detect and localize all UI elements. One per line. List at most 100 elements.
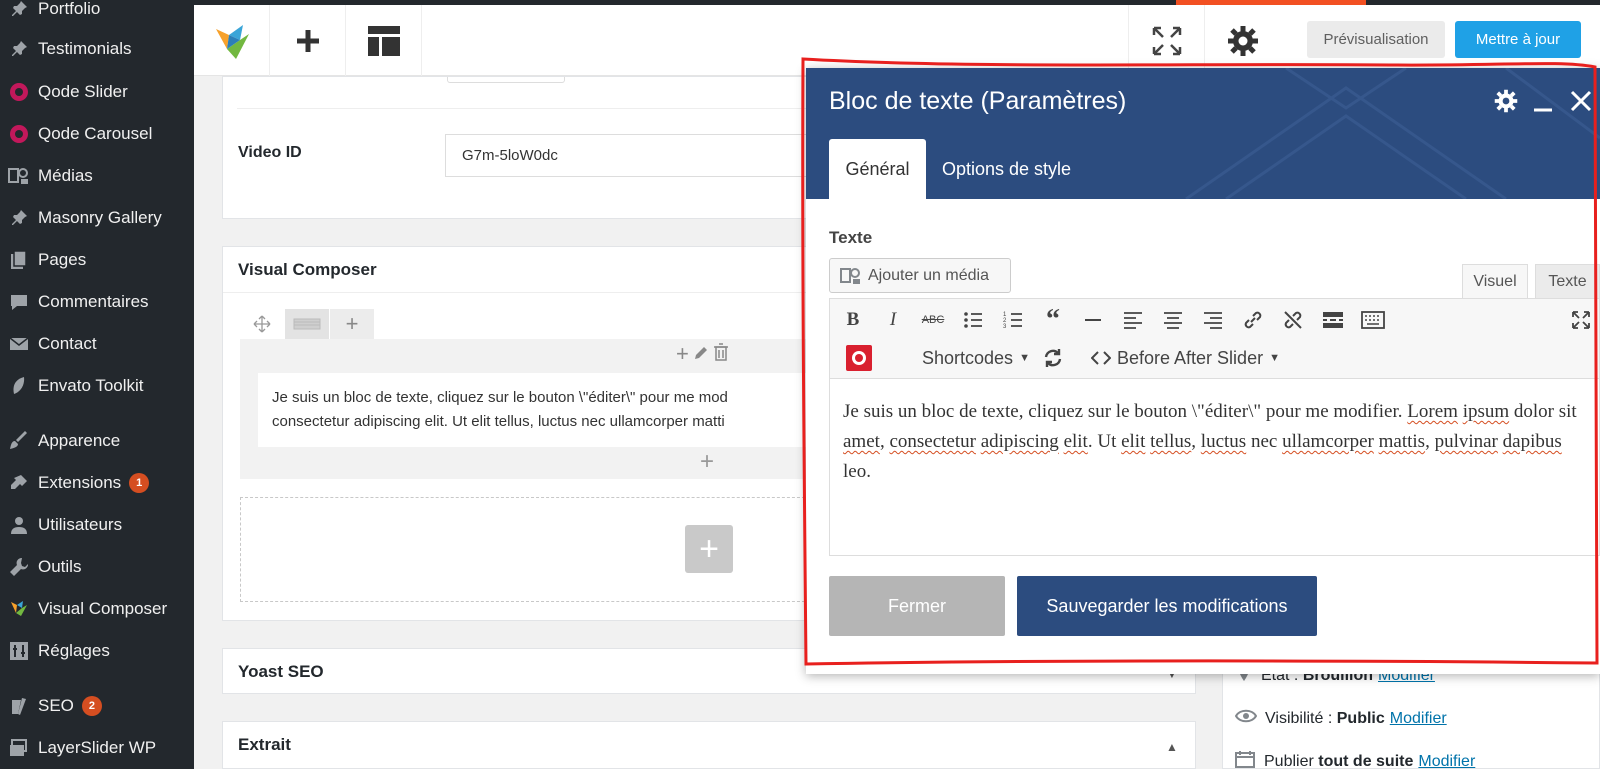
before-after-slider-dropdown[interactable]: Before After Slider ▼ — [1091, 345, 1280, 371]
shortcode-plugin-icon[interactable] — [846, 345, 872, 371]
tab-general[interactable]: Général — [829, 139, 926, 199]
vc-text-block-preview[interactable]: Je suis un bloc de texte, cliquez sur le… — [258, 373, 818, 447]
preview-line: Je suis un bloc de texte, cliquez sur le… — [272, 389, 728, 406]
media-icon — [0, 166, 38, 186]
settings-icon — [0, 641, 38, 661]
spellcheck-word: ipsum — [1462, 401, 1510, 422]
code-icon — [1091, 351, 1111, 365]
read-more-icon[interactable] — [1320, 307, 1346, 333]
sidebar-item-outils[interactable]: Outils — [0, 547, 194, 587]
sidebar-item-utilisateurs[interactable]: Utilisateurs — [0, 505, 194, 545]
refresh-icon[interactable] — [1040, 345, 1066, 371]
add-below-icon[interactable]: + — [700, 448, 714, 476]
sidebar-item-contact[interactable]: Contact — [0, 324, 194, 364]
sidebar-item-extensions[interactable]: Extensions 1 — [0, 463, 194, 503]
sidebar-item-seo[interactable]: SEO 2 — [0, 686, 194, 726]
minimize-icon[interactable] — [1533, 90, 1553, 117]
spellcheck-word: consectetur — [889, 431, 976, 452]
row-layout-icon[interactable] — [285, 309, 329, 339]
add-media-button[interactable]: Ajouter un média — [829, 258, 1011, 293]
distraction-free-icon[interactable] — [1568, 307, 1594, 333]
spellcheck-word: Lorem — [1407, 401, 1458, 422]
video-id-input[interactable]: G7m-5loW0dc — [445, 134, 825, 177]
bold-icon[interactable]: B — [840, 307, 866, 333]
tab-text[interactable]: Texte — [1535, 264, 1600, 299]
tab-style-options[interactable]: Options de style — [926, 139, 1087, 199]
sidebar-item-testimonials[interactable]: Testimonials — [0, 29, 194, 69]
sidebar-item-envato-toolkit[interactable]: Envato Toolkit — [0, 366, 194, 406]
sidebar-item-masonry-gallery[interactable]: Masonry Gallery — [0, 198, 194, 238]
yoast-icon — [0, 696, 38, 716]
trash-icon[interactable] — [713, 341, 729, 367]
vc-icon — [0, 599, 38, 619]
edit-publish-link[interactable]: Modifier — [1418, 753, 1475, 769]
numbered-list-icon[interactable]: 123 — [1000, 307, 1026, 333]
close-icon[interactable] — [1570, 90, 1592, 117]
update-button[interactable]: Mettre à jour — [1455, 21, 1581, 58]
strikethrough-icon[interactable]: ABC — [920, 307, 946, 333]
toolbar-toggle-icon[interactable] — [1360, 307, 1386, 333]
shortcodes-dropdown[interactable]: Shortcodes ▼ — [922, 345, 1030, 371]
vc-top-bar: Prévisualisation Mettre à jour — [194, 0, 1600, 76]
visibility-value: Public — [1336, 709, 1385, 727]
move-row-icon[interactable] — [240, 309, 284, 339]
modal-footer: Fermer Sauvegarder les modifications — [806, 556, 1600, 674]
bullet-list-icon[interactable] — [960, 307, 986, 333]
text-block-settings-modal: Bloc de texte (Paramètres) Général Optio… — [806, 68, 1600, 674]
spellcheck-word: luctus — [1200, 431, 1247, 452]
sidebar-item-visual-composer[interactable]: Visual Composer — [0, 589, 194, 629]
sidebar-item-medias[interactable]: Médias — [0, 156, 194, 196]
eye-icon — [1234, 708, 1258, 729]
templates-icon[interactable] — [346, 5, 422, 76]
sidebar-item-portfolio[interactable]: Portfolio — [0, 0, 194, 29]
sidebar-item-reglages[interactable]: Réglages — [0, 631, 194, 671]
close-button[interactable]: Fermer — [829, 576, 1005, 636]
extrait-title: Extrait — [238, 735, 291, 754]
align-center-icon[interactable] — [1160, 307, 1186, 333]
pin-icon — [0, 0, 38, 18]
italic-icon[interactable]: I — [880, 307, 906, 333]
vc-logo-icon[interactable] — [194, 5, 270, 76]
video-id-label: Video ID — [238, 144, 302, 161]
extrait-panel[interactable] — [222, 721, 1196, 769]
text-editor-body[interactable]: Je suis un bloc de texte, cliquez sur le… — [829, 378, 1600, 556]
add-element-icon[interactable] — [270, 5, 346, 76]
visibility-row: Visibilité : Public Modifier — [1234, 708, 1447, 729]
insert-link-icon[interactable] — [1240, 307, 1266, 333]
align-right-icon[interactable] — [1200, 307, 1226, 333]
sidebar-item-qode-slider[interactable]: Qode Slider — [0, 72, 194, 112]
sidebar-item-pages[interactable]: Pages — [0, 240, 194, 280]
fullscreen-icon[interactable] — [1128, 5, 1204, 76]
update-count-badge: 1 — [129, 473, 150, 493]
edit-pencil-icon[interactable] — [693, 341, 709, 367]
blockquote-icon[interactable]: “ — [1040, 304, 1066, 335]
publish-label: Publier — [1264, 752, 1314, 769]
layers-icon — [0, 739, 38, 757]
add-column-button[interactable]: + — [330, 309, 374, 339]
remove-link-icon[interactable] — [1280, 307, 1306, 333]
add-element-icon[interactable]: + — [676, 341, 689, 367]
gear-icon[interactable] — [1494, 89, 1518, 118]
tab-visual[interactable]: Visuel — [1462, 264, 1528, 299]
sidebar-item-commentaires[interactable]: Commentaires — [0, 282, 194, 322]
horizontal-rule-icon[interactable] — [1080, 307, 1106, 333]
align-left-icon[interactable] — [1120, 307, 1146, 333]
modal-header: Bloc de texte (Paramètres) Général Optio… — [806, 68, 1600, 199]
sidebar-item-layerslider[interactable]: LayerSlider WP — [0, 728, 194, 768]
publish-value: tout de suite — [1318, 752, 1414, 769]
sidebar-item-apparence[interactable]: Apparence — [0, 421, 194, 461]
preview-button[interactable]: Prévisualisation — [1307, 21, 1445, 58]
text-field-label: Texte — [829, 228, 873, 247]
input-remnant — [447, 77, 565, 83]
preview-line: consectetur adipiscing elit. Ut elit tel… — [272, 413, 725, 430]
spellcheck-word: amet — [843, 431, 880, 452]
panel-toggle-icon[interactable]: ▲ — [1166, 740, 1178, 754]
add-element-button[interactable]: + — [685, 525, 733, 573]
spellcheck-word: adipiscing — [980, 431, 1059, 452]
sidebar-item-qode-carousel[interactable]: Qode Carousel — [0, 114, 194, 154]
save-changes-button[interactable]: Sauvegarder les modifications — [1017, 576, 1317, 636]
editor-toolbar: B I ABC 123 “ Shortcodes ▼ Before After … — [829, 298, 1600, 378]
settings-gear-icon[interactable] — [1204, 5, 1280, 76]
calendar-icon — [1235, 750, 1255, 769]
edit-visibility-link[interactable]: Modifier — [1390, 710, 1447, 728]
